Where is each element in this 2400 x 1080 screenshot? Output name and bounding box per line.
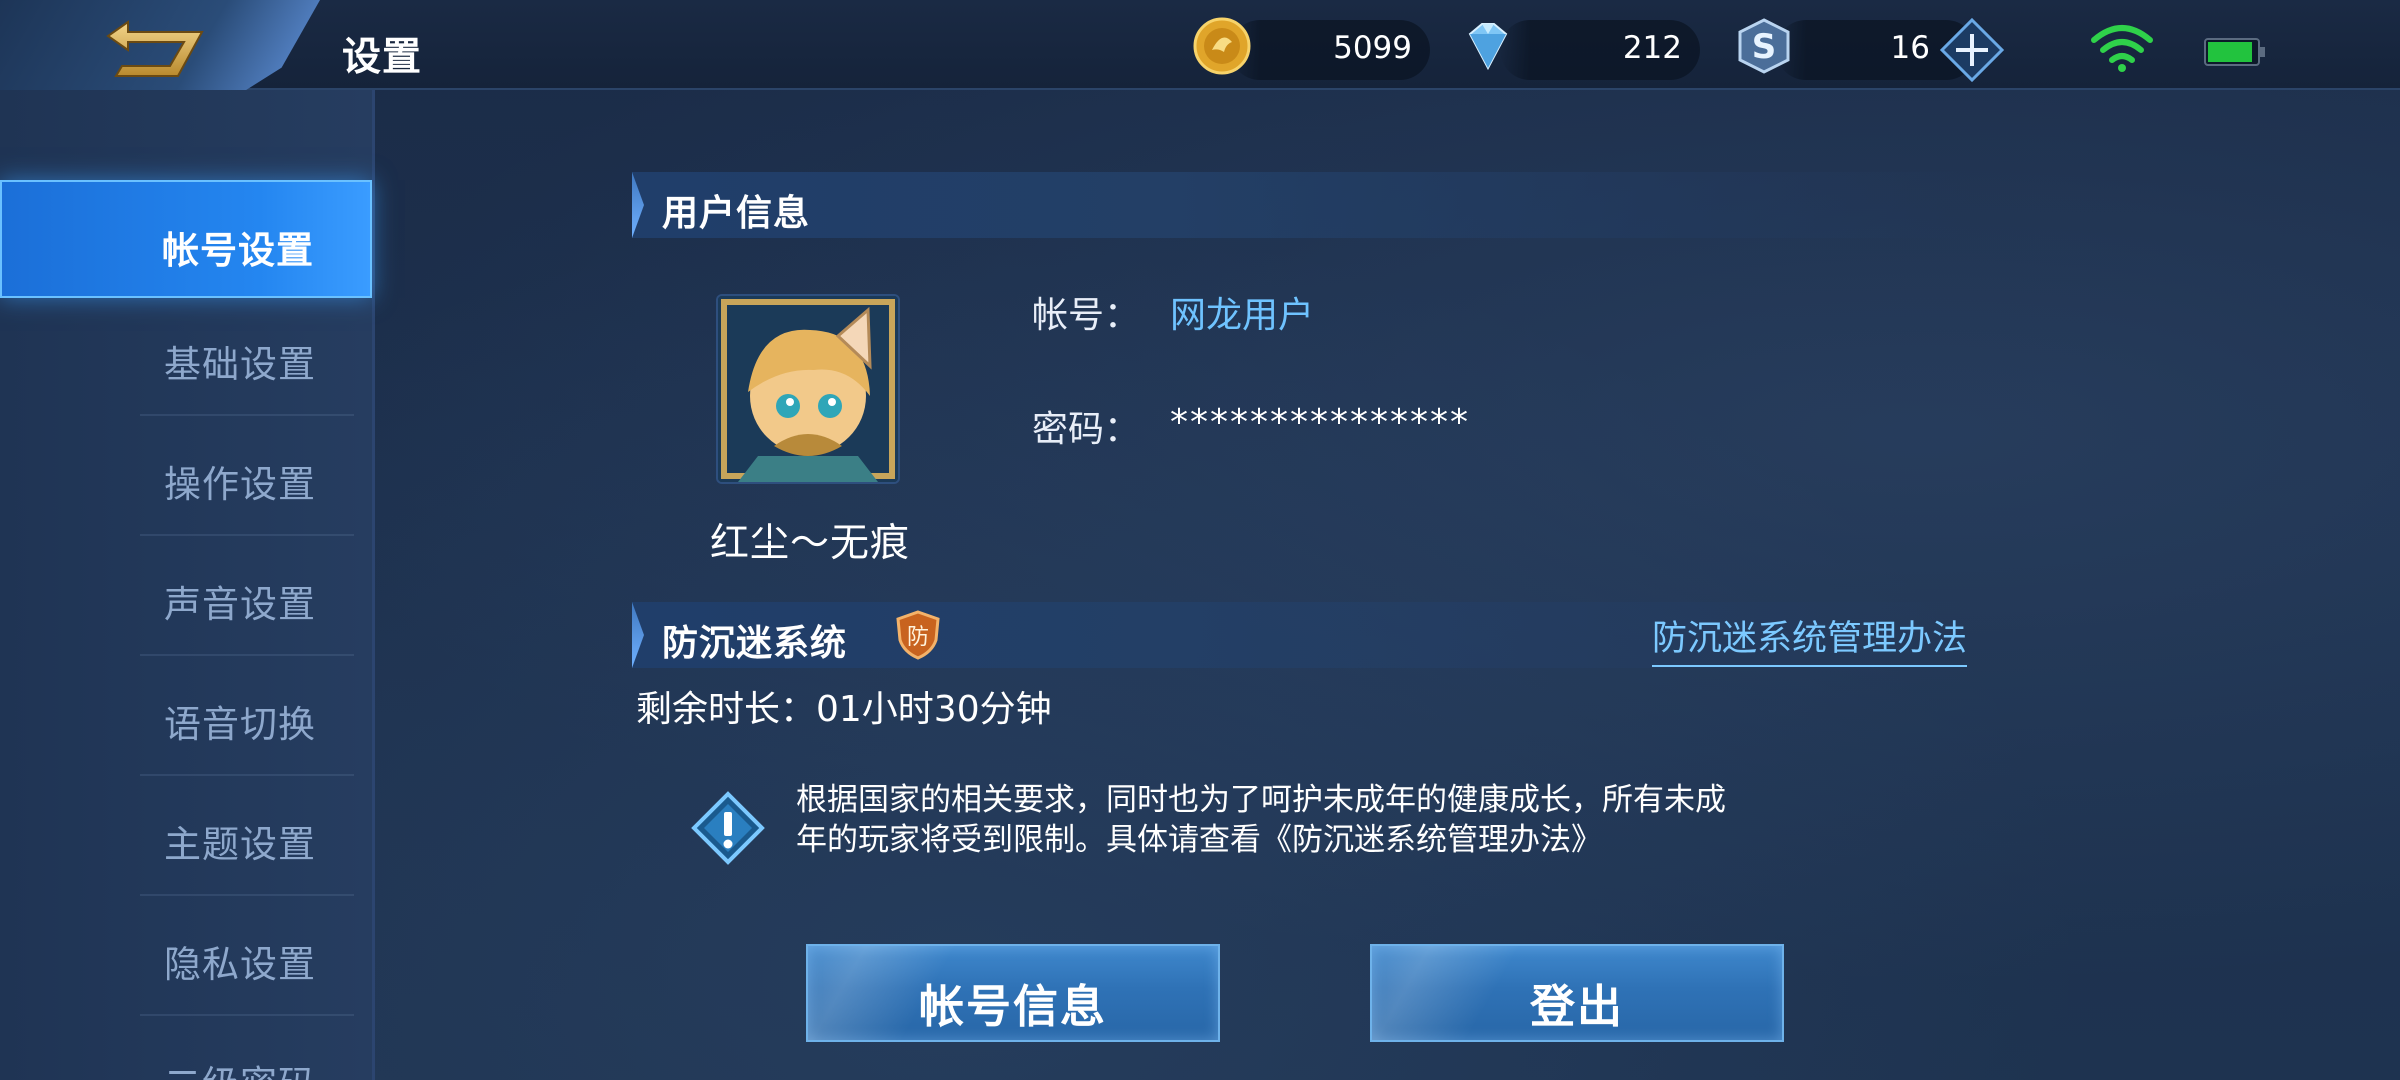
logout-button-label: 登出 — [1529, 980, 1624, 1033]
logout-button[interactable]: 登出 — [1370, 944, 1784, 1042]
sidebar-item-privacy[interactable]: 隐私设置 — [0, 896, 372, 1014]
anti-addiction-notice: 根据国家的相关要求，同时也为了呵护未成年的健康成长，所有未成 年的玩家将受到限制… — [796, 780, 1786, 860]
sidebar-item-label: 主题设置 — [164, 823, 316, 866]
svg-text:S: S — [1752, 27, 1777, 67]
page-title: 设置 — [342, 35, 423, 80]
voucher-amount: 16 — [1890, 30, 1930, 66]
user-info-header: 用户信息 — [632, 172, 1972, 238]
notice-line-2: 年的玩家将受到限制。具体请查看《防沉迷系统管理办法》 — [796, 822, 1602, 858]
sidebar-item-label: 二级密码 — [164, 1054, 316, 1080]
sidebar-item-secondary-password[interactable]: 二级密码 — [0, 1016, 372, 1080]
notice-line-1: 根据国家的相关要求，同时也为了呵护未成年的健康成长，所有未成 — [796, 782, 1726, 818]
account-label: 帐号： — [1032, 295, 1141, 336]
avatar[interactable] — [718, 296, 898, 482]
anti-addiction-title: 防沉迷系统 — [662, 623, 848, 664]
add-currency-button[interactable] — [1939, 17, 2005, 83]
gold-coin-icon — [1193, 17, 1251, 75]
back-arrow-icon — [106, 20, 204, 77]
exclamation-icon — [691, 791, 765, 865]
remaining-time: 剩余时长：01小时30分钟 — [636, 689, 1052, 730]
diamond-amount: 212 — [1622, 30, 1682, 66]
back-button[interactable] — [98, 14, 216, 86]
gold-display: 5099 — [1230, 20, 1430, 80]
battery-icon — [2204, 38, 2265, 66]
account-info-button-label: 帐号信息 — [918, 980, 1107, 1033]
sidebar-item-voice[interactable]: 语音切换 — [0, 656, 372, 774]
policy-link[interactable]: 防沉迷系统管理办法 — [1652, 610, 1968, 667]
wifi-icon — [2091, 25, 2153, 72]
sidebar-item-label: 隐私设置 — [164, 943, 316, 986]
sidebar-item-label: 基础设置 — [164, 343, 316, 386]
avatar-portrait-icon — [718, 296, 898, 482]
top-bar: 设置 5099 212 16 S — [0, 0, 2400, 104]
account-value: 网龙用户 — [1170, 295, 1315, 336]
player-nickname: 红尘～无痕 — [710, 521, 911, 566]
diamond-icon — [1468, 23, 1508, 71]
settings-screen: 设置 5099 212 16 S 帐号设置 基础设置 操作设置 声音设置 语音切… — [0, 0, 2400, 1080]
diamond-display: 212 — [1500, 20, 1700, 80]
badge-text: 防 — [907, 625, 929, 650]
password-label: 密码： — [1032, 409, 1141, 450]
sidebar-item-theme[interactable]: 主题设置 — [0, 776, 372, 894]
gold-amount: 5099 — [1333, 30, 1412, 66]
plus-icon — [1939, 17, 2005, 83]
sidebar-item-label: 语音切换 — [164, 703, 316, 746]
anti-addiction-shield-icon: 防 — [896, 610, 940, 660]
settings-sidebar: 帐号设置 基础设置 操作设置 声音设置 语音切换 主题设置 隐私设置 二级密码 — [0, 90, 375, 1080]
account-info-button[interactable]: 帐号信息 — [806, 944, 1220, 1042]
password-value: *************** — [1170, 402, 1470, 443]
voucher-icon: S — [1738, 18, 1790, 74]
sidebar-item-account[interactable]: 帐号设置 — [0, 180, 372, 298]
sidebar-item-label: 操作设置 — [164, 463, 316, 506]
sidebar-item-basic[interactable]: 基础设置 — [0, 296, 372, 414]
sidebar-item-sound[interactable]: 声音设置 — [0, 536, 372, 654]
sidebar-item-label: 帐号设置 — [162, 229, 314, 272]
sidebar-item-label: 声音设置 — [164, 583, 316, 626]
sidebar-item-controls[interactable]: 操作设置 — [0, 416, 372, 534]
user-info-title: 用户信息 — [662, 193, 811, 234]
